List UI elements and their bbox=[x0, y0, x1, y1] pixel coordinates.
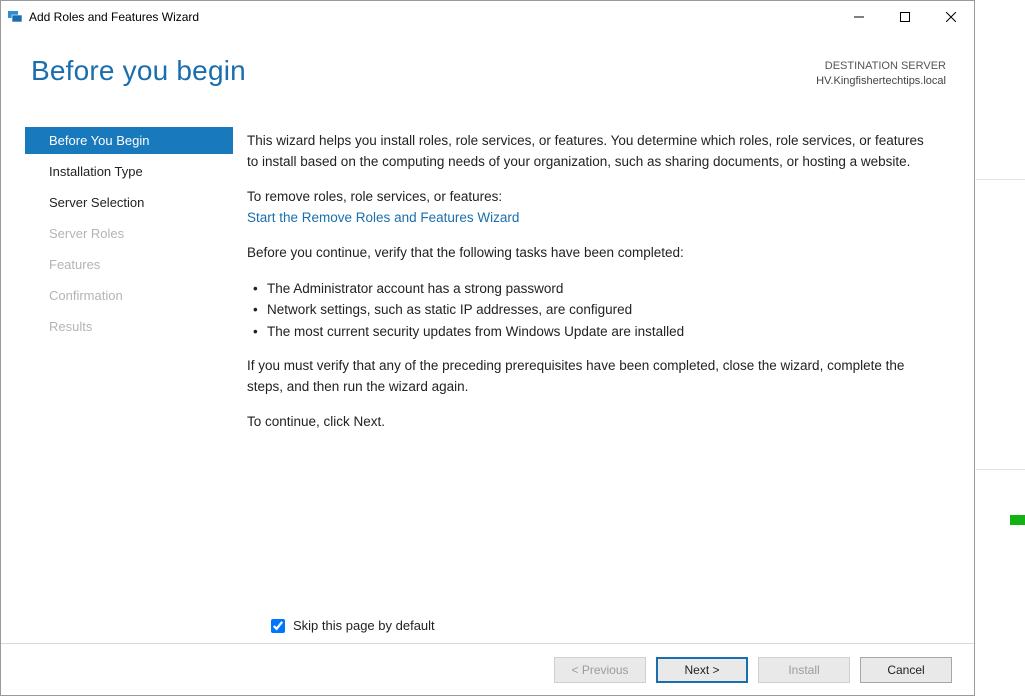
header: Before you begin DESTINATION SERVER HV.K… bbox=[1, 33, 974, 123]
remove-lead-text: To remove roles, role services, or featu… bbox=[247, 187, 938, 208]
to-continue-text: To continue, click Next. bbox=[247, 412, 938, 433]
previous-button: < Previous bbox=[554, 657, 646, 683]
next-button[interactable]: Next > bbox=[656, 657, 748, 683]
skip-checkbox-label: Skip this page by default bbox=[293, 618, 435, 633]
skip-checkbox[interactable] bbox=[271, 619, 285, 633]
prereq-list: The Administrator account has a strong p… bbox=[253, 278, 938, 343]
close-button[interactable] bbox=[928, 1, 974, 33]
skip-checkbox-row[interactable]: Skip this page by default bbox=[271, 618, 435, 633]
destination-value: HV.Kingfishertechtips.local bbox=[816, 74, 946, 89]
install-button: Install bbox=[758, 657, 850, 683]
prereq-item: The most current security updates from W… bbox=[253, 321, 938, 343]
wizard-window: Add Roles and Features Wizard Before you… bbox=[0, 0, 975, 696]
sidebar-item-server-roles: Server Roles bbox=[25, 220, 233, 247]
if-must-text: If you must verify that any of the prece… bbox=[247, 356, 938, 398]
minimize-button[interactable] bbox=[836, 1, 882, 33]
cancel-button[interactable]: Cancel bbox=[860, 657, 952, 683]
body: Before You Begin Installation Type Serve… bbox=[1, 123, 974, 695]
sidebar-item-before-you-begin[interactable]: Before You Begin bbox=[25, 127, 233, 154]
window-title: Add Roles and Features Wizard bbox=[29, 10, 199, 24]
sidebar-item-confirmation: Confirmation bbox=[25, 282, 233, 309]
destination-label: DESTINATION SERVER bbox=[816, 59, 946, 74]
sidebar-item-server-selection[interactable]: Server Selection bbox=[25, 189, 233, 216]
background-accent bbox=[1010, 515, 1025, 525]
verify-lead-text: Before you continue, verify that the fol… bbox=[247, 243, 938, 264]
maximize-button[interactable] bbox=[882, 1, 928, 33]
background-panel bbox=[976, 0, 1025, 180]
prereq-item: Network settings, such as static IP addr… bbox=[253, 299, 938, 321]
footer: < Previous Next > Install Cancel bbox=[1, 643, 974, 695]
remove-wizard-link[interactable]: Start the Remove Roles and Features Wiza… bbox=[247, 210, 519, 225]
background-panel bbox=[976, 180, 1025, 470]
sidebar-item-installation-type[interactable]: Installation Type bbox=[25, 158, 233, 185]
sidebar-item-features: Features bbox=[25, 251, 233, 278]
page-title: Before you begin bbox=[31, 55, 246, 87]
intro-text: This wizard helps you install roles, rol… bbox=[247, 131, 938, 173]
prereq-item: The Administrator account has a strong p… bbox=[253, 278, 938, 300]
destination-server-box: DESTINATION SERVER HV.Kingfishertechtips… bbox=[816, 59, 946, 90]
sidebar-item-results: Results bbox=[25, 313, 233, 340]
step-sidebar: Before You Begin Installation Type Serve… bbox=[1, 123, 233, 695]
server-manager-icon bbox=[7, 9, 23, 25]
content-pane: This wizard helps you install roles, rol… bbox=[233, 123, 974, 695]
titlebar: Add Roles and Features Wizard bbox=[1, 1, 974, 33]
